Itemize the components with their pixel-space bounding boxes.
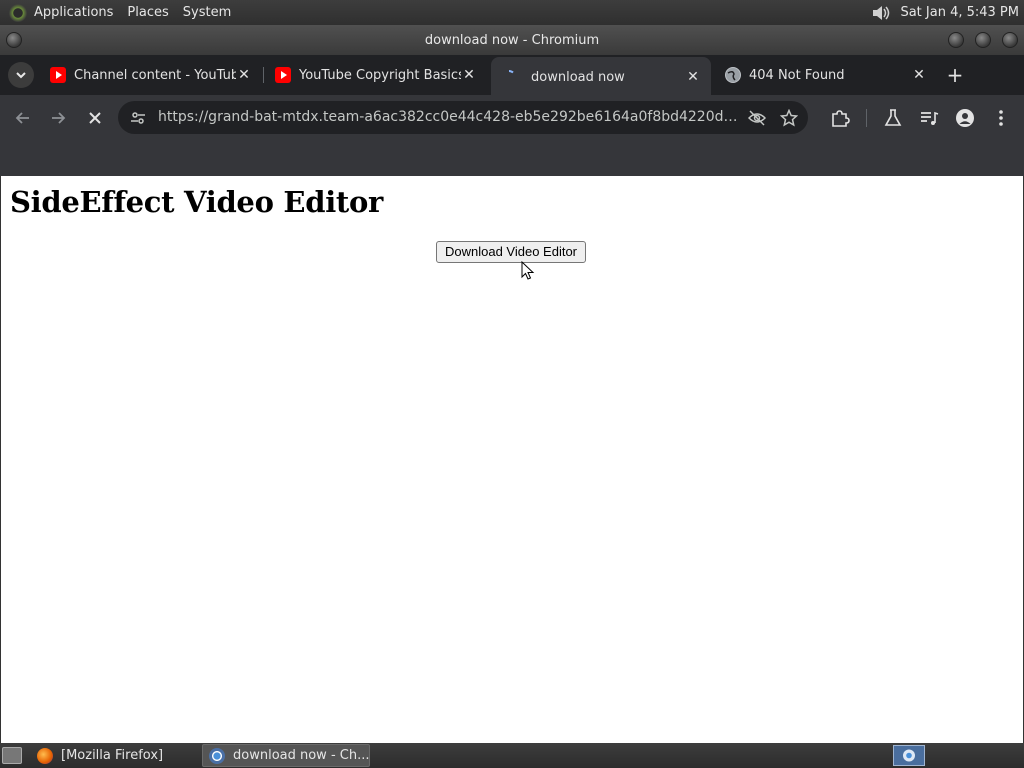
flask-icon[interactable] [883, 108, 903, 128]
close-icon[interactable]: ✕ [685, 69, 701, 85]
close-icon[interactable]: ✕ [911, 67, 927, 83]
applications-menu[interactable]: Applications [27, 0, 120, 25]
tab-label: YouTube Copyright Basics [299, 67, 461, 83]
chevron-down-icon [16, 72, 26, 79]
download-video-editor-button[interactable]: Download Video Editor [436, 241, 587, 263]
new-tab-button[interactable]: + [944, 64, 966, 86]
globe-icon [725, 67, 741, 83]
eye-off-icon[interactable] [747, 109, 767, 127]
extensions-icon[interactable] [830, 108, 850, 128]
minimize-button[interactable] [948, 32, 964, 48]
tab-download-now[interactable]: download now ✕ [491, 57, 711, 97]
show-desktop-icon[interactable] [2, 747, 22, 764]
address-bar[interactable]: https://grand-bat-mtdx.team-a6ac382cc0e4… [118, 101, 808, 134]
close-icon[interactable]: ✕ [236, 67, 252, 83]
kebab-menu-icon[interactable] [991, 108, 1011, 128]
chromium-icon [903, 749, 915, 762]
profile-icon[interactable] [955, 108, 975, 128]
back-button[interactable] [10, 105, 36, 131]
clock[interactable]: Sat Jan 4, 5:43 PM [900, 5, 1024, 20]
browser-toolbar: https://grand-bat-mtdx.team-a6ac382cc0e4… [0, 95, 1024, 140]
star-icon[interactable] [779, 108, 799, 127]
distro-logo-icon[interactable] [9, 3, 27, 22]
close-icon [89, 112, 101, 124]
volume-icon[interactable] [870, 3, 892, 23]
bottom-taskbar: [Mozilla Firefox] download now - Ch... [0, 743, 1024, 768]
tab-search-button[interactable] [8, 62, 34, 88]
forward-button[interactable] [45, 105, 71, 131]
window-title: download now - Chromium [424, 32, 600, 48]
panel-tray: Sat Jan 4, 5:43 PM [870, 0, 1024, 25]
tab-separator [263, 67, 264, 83]
firefox-icon [37, 747, 53, 764]
places-menu[interactable]: Places [120, 0, 175, 25]
arrow-right-icon [52, 112, 66, 124]
toolbar-separator [866, 109, 867, 127]
window-menu-button[interactable] [6, 32, 22, 48]
page-heading: SideEffect Video Editor [10, 185, 384, 219]
workspace-switcher[interactable] [893, 745, 925, 766]
tab-label: download now [531, 69, 625, 85]
system-menu[interactable]: System [176, 0, 238, 25]
tab-label: 404 Not Found [749, 67, 845, 83]
tab-youtube-copyright[interactable]: YouTube Copyright Basics ✕ [265, 55, 487, 95]
tab-channel-content[interactable]: Channel content - YouTube ✕ [40, 55, 262, 95]
mouse-cursor-icon [521, 261, 535, 280]
media-controls-icon[interactable] [919, 108, 939, 128]
panel-menu: Applications Places System [0, 0, 238, 25]
taskbar-chromium[interactable]: download now - Ch... [202, 744, 370, 767]
youtube-icon [275, 67, 291, 83]
site-settings-icon[interactable] [130, 110, 146, 126]
loading-spinner-icon [501, 69, 517, 85]
close-icon[interactable]: ✕ [461, 67, 477, 83]
close-window-button[interactable] [1002, 32, 1018, 48]
arrow-left-icon [15, 112, 29, 124]
maximize-button[interactable] [975, 32, 991, 48]
url-text[interactable]: https://grand-bat-mtdx.team-a6ac382cc0e4… [158, 101, 743, 134]
task-label: [Mozilla Firefox] [61, 748, 164, 763]
top-panel: Applications Places System Sat Jan 4, 5:… [0, 0, 1024, 25]
taskbar-firefox[interactable]: [Mozilla Firefox] [31, 744, 196, 767]
stop-loading-button[interactable] [82, 105, 108, 131]
window-titlebar[interactable]: download now - Chromium [0, 25, 1024, 55]
web-page-content: SideEffect Video Editor Download Video E… [0, 176, 1024, 743]
youtube-icon [50, 67, 66, 83]
tab-strip: Channel content - YouTube ✕ YouTube Copy… [0, 55, 1024, 97]
bookmark-bar-area [0, 140, 1024, 176]
task-label: download now - Ch... [233, 748, 370, 763]
tab-label: Channel content - YouTube [74, 67, 236, 83]
tab-404-not-found[interactable]: 404 Not Found ✕ [715, 55, 937, 95]
chromium-icon [209, 747, 225, 764]
